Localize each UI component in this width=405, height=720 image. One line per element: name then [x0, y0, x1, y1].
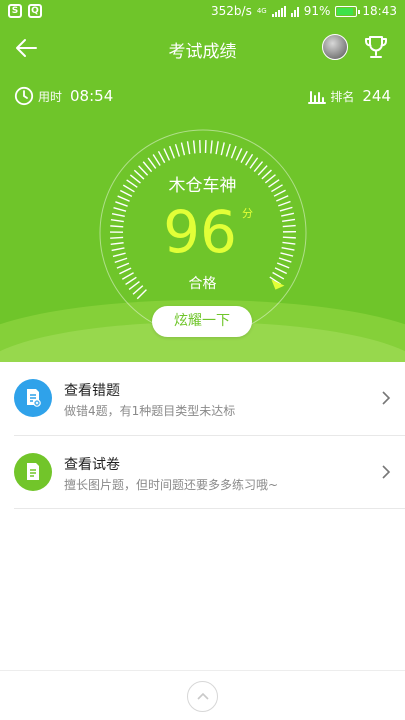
review-mistakes-subtitle: 做错4题，有1种题目类型未达标	[64, 404, 236, 418]
s-box-icon: S	[8, 4, 22, 18]
score-unit: 分	[242, 207, 253, 220]
battery-percent: 91%	[303, 4, 331, 18]
status-bar: S Q 352b/s 4G 91% 18:43	[0, 0, 405, 24]
gauge-tick	[230, 145, 237, 159]
gauge-tick	[278, 200, 291, 207]
gauge-tick	[113, 207, 127, 212]
gauge-tick	[115, 201, 128, 207]
gauge-tick	[282, 218, 296, 223]
time-stat: 用时 08:54	[14, 84, 113, 108]
gauge-tick	[117, 195, 130, 202]
gauge-tick	[180, 142, 186, 156]
view-paper-subtitle: 擅长图片题，但时间题还要多多练习哦~	[64, 478, 279, 492]
user-avatar[interactable]	[322, 34, 348, 60]
status-time: 18:43	[362, 4, 397, 18]
gauge-tick	[114, 257, 128, 264]
top-nav: 考试成绩	[0, 24, 405, 72]
document-icon	[14, 453, 52, 491]
review-mistakes-content: 查看错题 做错4题，有1种题目类型未达标	[14, 362, 405, 435]
document-error-icon	[14, 379, 52, 417]
score-value: 96	[163, 198, 237, 266]
gauge-tick	[157, 151, 166, 164]
view-paper-title: 查看试卷	[64, 457, 120, 473]
gauge-tick	[215, 141, 219, 155]
gauge-tick	[110, 236, 124, 239]
review-mistakes-item[interactable]: 查看错题 做错4题，有1种题目类型未达标	[0, 362, 405, 435]
gauge-tick	[111, 247, 125, 252]
gauge-tick	[282, 236, 296, 239]
network-type: 4G	[256, 7, 267, 15]
rank-stat: 排名 244	[308, 84, 391, 108]
gauge-tick	[174, 143, 181, 157]
rank-label: 排名	[330, 89, 355, 104]
gauge-tick	[163, 148, 171, 161]
status-left-icons: S Q	[8, 4, 42, 18]
bar-chart-icon	[308, 91, 327, 104]
gauge-tick	[282, 241, 296, 245]
chevron-right-icon	[382, 391, 391, 405]
chevron-up-icon	[197, 692, 209, 700]
gauge-tick	[240, 150, 248, 163]
gauge-tick	[112, 252, 126, 258]
gauge-tick	[225, 143, 231, 157]
share-button[interactable]: 炫耀一下	[152, 306, 252, 337]
gauge-tick	[235, 148, 243, 161]
scroll-up-button[interactable]	[187, 681, 218, 712]
footer-divider	[0, 670, 405, 671]
clock-icon	[14, 86, 34, 106]
status-right: 352b/s 4G 91% 18:43	[211, 4, 397, 18]
result-level: 合格	[188, 276, 217, 292]
gauge-tick	[147, 157, 157, 169]
gauge-tick	[276, 262, 290, 269]
gauge-tick	[278, 257, 292, 263]
score-hero: S Q 352b/s 4G 91% 18:43 考试成绩 用时 08:54 排名…	[0, 0, 405, 362]
gauge-tick	[220, 142, 225, 156]
rank-value: 244	[362, 87, 391, 105]
view-paper-item[interactable]: 查看试卷 擅长图片题，但时间题还要多多练习哦~	[14, 435, 405, 508]
gauge-tick	[210, 140, 213, 154]
gauge-tick	[281, 212, 295, 217]
gauge-tick	[245, 153, 254, 166]
gauge-tick	[110, 225, 124, 228]
gauge-tick	[110, 242, 124, 246]
time-label: 用时	[38, 89, 63, 104]
network-speed: 352b/s	[211, 4, 252, 18]
battery-icon	[335, 5, 361, 17]
list-divider	[14, 508, 405, 509]
gauge-tick	[249, 157, 259, 169]
trophy-icon[interactable]	[362, 33, 390, 61]
gauge-tick	[116, 262, 130, 269]
result-title: 木仓车神	[168, 176, 237, 196]
q-box-icon: Q	[28, 4, 42, 18]
gauge-tick	[192, 140, 196, 154]
view-paper-content: 查看试卷 擅长图片题，但时间题还要多多练习哦~	[14, 436, 405, 509]
gauge-tick	[111, 212, 125, 218]
gauge-tick	[169, 145, 175, 159]
chevron-right-icon	[382, 465, 391, 479]
wifi-signal-icon	[290, 6, 299, 17]
gauge-tick	[186, 141, 191, 155]
gauge-tick	[276, 195, 289, 202]
signal-icon	[271, 5, 286, 17]
time-value: 08:54	[70, 87, 114, 105]
review-mistakes-title: 查看错题	[64, 383, 120, 399]
gauge-tick	[280, 252, 294, 257]
gauge-tick	[152, 154, 161, 166]
gauge-tick	[279, 206, 293, 212]
action-list: 查看错题 做错4题，有1种题目类型未达标 查看试卷 擅长图片题，但时间题还要多多…	[0, 362, 405, 508]
gauge-tick	[110, 219, 124, 223]
gauge-tick	[281, 247, 295, 251]
gauge-tick	[282, 224, 296, 228]
